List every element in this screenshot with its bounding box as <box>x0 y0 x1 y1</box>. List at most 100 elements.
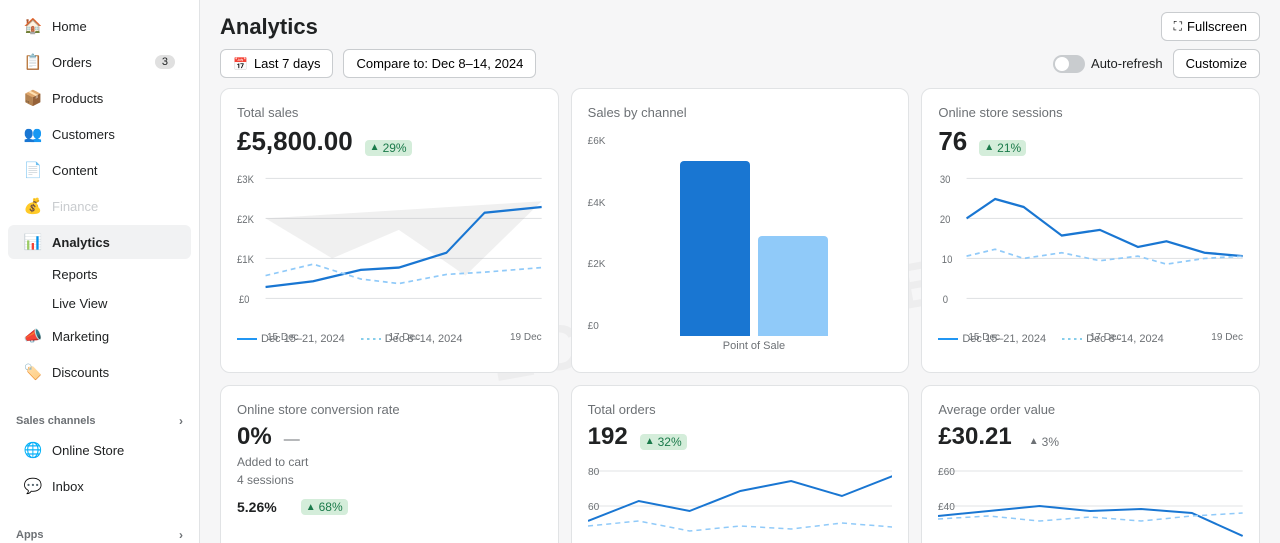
sidebar-item-label: Analytics <box>52 235 110 250</box>
sessions-x-labels: 15 Dec 17 Dec 19 Dec <box>938 330 1243 343</box>
apps-label: Apps <box>16 529 44 541</box>
conversion-badge-pct: 68% <box>319 500 343 514</box>
orders-pct: 32% <box>658 435 682 449</box>
content-icon: 📄 <box>24 161 42 179</box>
y-label-4k: £4K <box>588 198 610 209</box>
sales-channels-label: Sales channels <box>16 415 96 427</box>
date-range-button[interactable]: 📅 Last 7 days <box>220 49 333 78</box>
avg-order-mini-chart: £60 £40 <box>938 461 1243 541</box>
orders-badge: 3 <box>155 55 175 69</box>
sidebar-item-label: Content <box>52 163 98 178</box>
sidebar-item-customers[interactable]: 👥 Customers <box>8 117 191 151</box>
sidebar-item-marketing[interactable]: 📣 Marketing <box>8 319 191 353</box>
sessions-title: Online store sessions <box>938 105 1243 120</box>
sidebar: 🏠 Home 📋 Orders 3 📦 Products 👥 Customers… <box>0 0 200 543</box>
apps-expand-icon: › <box>179 528 183 542</box>
apps-section[interactable]: Apps › <box>0 516 199 543</box>
sales-channels-section[interactable]: Sales channels › <box>0 402 199 432</box>
avg-order-pct: 3% <box>1042 435 1059 449</box>
auto-refresh-label: Auto-refresh <box>1091 56 1163 71</box>
compare-button[interactable]: Compare to: Dec 8–14, 2024 <box>343 49 536 78</box>
svg-text:0: 0 <box>943 293 948 306</box>
sidebar-item-label: Orders <box>52 55 92 70</box>
online-store-sessions-card: Online store sessions 76 ▲ 21% 30 <box>921 88 1260 373</box>
svg-text:£0: £0 <box>239 293 250 306</box>
sidebar-item-discounts[interactable]: 🏷️ Discounts <box>8 355 191 389</box>
auto-refresh-toggle[interactable] <box>1053 55 1085 73</box>
sidebar-item-products[interactable]: 📦 Products <box>8 81 191 115</box>
orders-mini-chart: 80 60 <box>588 461 893 541</box>
bar-x-label: Point of Sale <box>616 336 893 356</box>
x-label-2: 17 Dec <box>388 332 420 343</box>
svg-text:30: 30 <box>940 173 951 186</box>
bar-compare <box>758 236 828 336</box>
orders-arrow: ▲ <box>645 436 655 447</box>
sidebar-item-label: Customers <box>52 127 115 142</box>
sidebar-item-orders[interactable]: 📋 Orders 3 <box>8 45 191 79</box>
svg-text:20: 20 <box>940 213 951 226</box>
conversion-sub: Added to cart <box>237 455 542 469</box>
sidebar-sub-reports[interactable]: Reports <box>8 261 191 288</box>
y-label-2k: £2K <box>588 259 610 270</box>
sidebar-item-label: Inbox <box>52 479 84 494</box>
svg-text:£2K: £2K <box>237 213 254 226</box>
total-sales-chart: £3K £2K £1K £0 15 Dec 17 Dec <box>237 167 542 327</box>
sales-by-channel-title: Sales by channel <box>588 105 893 120</box>
fullscreen-button[interactable]: ⛶ Fullscreen <box>1161 12 1260 41</box>
sidebar-item-content[interactable]: 📄 Content <box>8 153 191 187</box>
finance-icon: 💰 <box>24 197 42 215</box>
total-sales-arrow: ▲ <box>370 142 380 153</box>
page-header: Analytics ⛶ Fullscreen <box>200 0 1280 49</box>
s-x-label-2: 17 Dec <box>1090 332 1122 343</box>
total-orders-card: Total orders 192 ▲ 32% 80 60 <box>571 385 910 543</box>
toolbar: 📅 Last 7 days Compare to: Dec 8–14, 2024… <box>200 49 1280 88</box>
customize-button[interactable]: Customize <box>1173 49 1260 78</box>
conversion-item-value: 5.26% <box>237 499 277 515</box>
sidebar-item-inbox[interactable]: 💬 Inbox <box>8 469 191 503</box>
orders-svg: 80 60 <box>588 461 893 541</box>
sidebar-item-label: Products <box>52 91 103 106</box>
conversion-dash: — <box>284 431 300 449</box>
date-range-label: Last 7 days <box>254 56 321 71</box>
avg-order-badge: ▲ 3% <box>1024 434 1064 450</box>
svg-text:£60: £60 <box>938 467 955 478</box>
total-sales-badge: ▲ 29% <box>365 140 412 156</box>
customers-icon: 👥 <box>24 125 42 143</box>
sidebar-item-label: Discounts <box>52 365 109 380</box>
sidebar-sub-live-view[interactable]: Live View <box>8 290 191 317</box>
sidebar-item-finance[interactable]: 💰 Finance <box>8 189 191 223</box>
customize-label: Customize <box>1186 56 1247 71</box>
sidebar-item-label: Marketing <box>52 329 109 344</box>
bar-compare-group <box>758 236 828 336</box>
total-sales-title: Total sales <box>237 105 542 120</box>
conversion-rate-card: Online store conversion rate 0% — Added … <box>220 385 559 543</box>
avg-order-arrow: ▲ <box>1029 436 1039 447</box>
total-sales-svg: £3K £2K £1K £0 <box>237 167 542 327</box>
sidebar-item-label: Online Store <box>52 443 124 458</box>
avg-order-title: Average order value <box>938 402 1243 417</box>
sessions-chart: 30 20 10 0 15 Dec 17 Dec 19 Dec <box>938 167 1243 327</box>
orders-badge-pct: ▲ 32% <box>640 434 687 450</box>
sidebar-item-analytics[interactable]: 📊 Analytics <box>8 225 191 259</box>
sessions-pct: 21% <box>997 141 1021 155</box>
svg-text:60: 60 <box>588 502 600 513</box>
calendar-icon: 📅 <box>233 57 248 71</box>
conversion-badge-arrow: ▲ <box>306 502 316 513</box>
sidebar-item-home[interactable]: 🏠 Home <box>8 9 191 43</box>
sales-channels-expand-icon: › <box>179 414 183 428</box>
s-x-label-3: 19 Dec <box>1211 332 1243 343</box>
auto-refresh-wrap: Auto-refresh <box>1053 55 1163 73</box>
conversion-sub-value: 4 sessions <box>237 473 542 487</box>
analytics-content: ECOM OXYGEN Total sales £5,800.00 ▲ 29% <box>200 88 1280 543</box>
main-panel: Analytics ⛶ Fullscreen 📅 Last 7 days Com… <box>200 0 1280 543</box>
bar-current-group <box>680 161 750 336</box>
conversion-value: 0% <box>237 423 272 451</box>
conversion-sub-label: Added to cart <box>237 455 308 469</box>
y-label-6k: £6K <box>588 136 610 147</box>
total-sales-x-labels: 15 Dec 17 Dec 19 Dec <box>237 330 542 343</box>
y-label-0: £0 <box>588 321 610 332</box>
x-label-3: 19 Dec <box>510 332 542 343</box>
sidebar-item-online-store[interactable]: 🌐 Online Store <box>8 433 191 467</box>
fullscreen-label: Fullscreen <box>1187 19 1247 34</box>
toolbar-right: Auto-refresh Customize <box>1053 49 1260 78</box>
